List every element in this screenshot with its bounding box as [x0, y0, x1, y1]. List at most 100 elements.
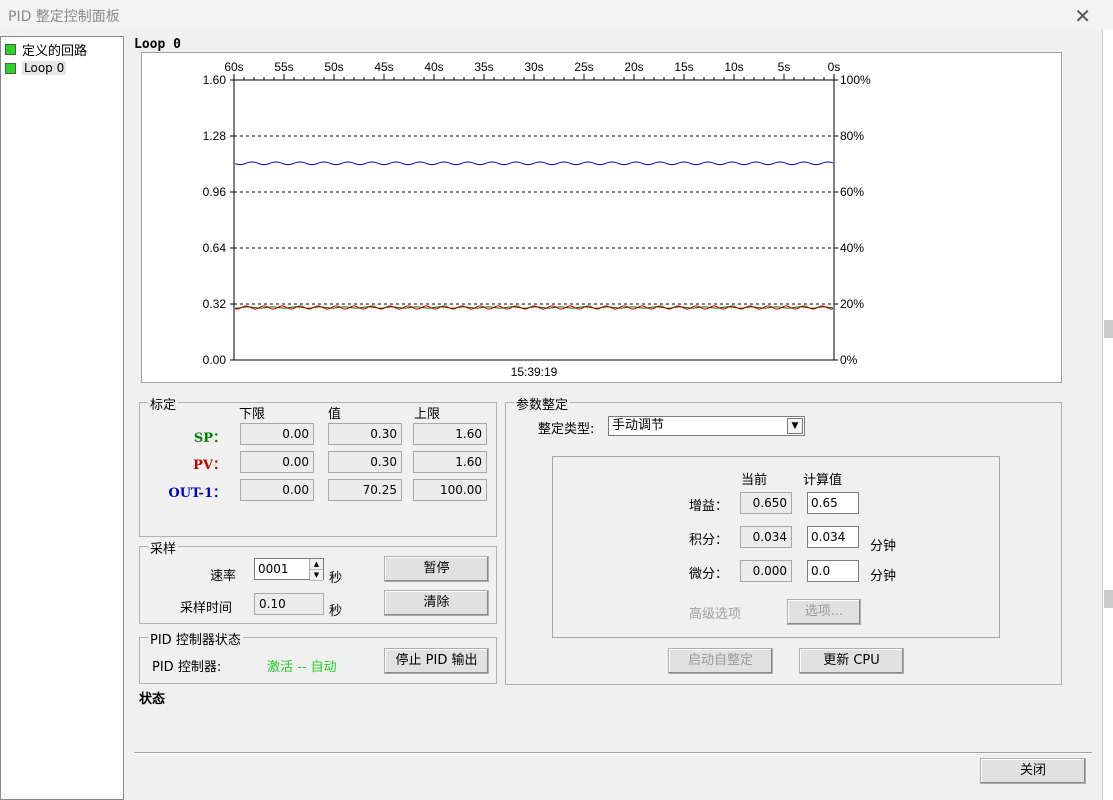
sp-label: SP：	[193, 431, 226, 446]
spin-down-icon[interactable]: ▼	[310, 570, 323, 581]
rate-input-value: 0001	[258, 562, 289, 576]
tree-item-defined-loops[interactable]: 定义的回路	[5, 40, 88, 59]
y-tick-label: 0.32	[203, 297, 227, 311]
stop-pid-output-button[interactable]: 停止 PID 输出	[384, 648, 489, 674]
sp-value: 0.30	[328, 423, 402, 445]
x-tick-label: 25s	[574, 60, 593, 74]
window-title: PID 整定控制面板	[8, 9, 120, 25]
integral-calc-input[interactable]: 0.034	[807, 526, 859, 548]
sample-time-value: 0.10	[254, 593, 324, 615]
gain-current: 0.650	[740, 492, 792, 514]
out-value: 70.25	[328, 479, 402, 501]
x-tick-label: 20s	[624, 60, 643, 74]
tree-item-loop-0[interactable]: Loop 0	[5, 59, 67, 77]
trend-chart: 1.60 100% 1.28 80% 0.96 60% 0.64 40% 0.32 20% 0.00…	[141, 52, 1062, 383]
spin-up-icon[interactable]: ▲	[310, 559, 323, 570]
y-right-tick-label: 40%	[840, 241, 864, 255]
x-tick-label: 0s	[828, 60, 841, 74]
sample-time-label: 采样时间	[180, 601, 233, 616]
y-tick-label: 1.60	[203, 73, 227, 87]
close-icon[interactable]: ✕	[1074, 4, 1091, 28]
loop-icon	[5, 62, 16, 74]
x-tick-label: 30s	[524, 60, 543, 74]
title-bar: PID 整定控制面板 ✕	[0, 0, 1113, 30]
close-button[interactable]: 关闭	[980, 758, 1086, 784]
plot-area	[233, 79, 835, 361]
y-right-tick-label: 80%	[840, 129, 864, 143]
sampling-title: 采样	[148, 538, 179, 557]
rate-sec-label: 秒	[329, 571, 343, 586]
derivative-calc-input[interactable]: 0.0	[807, 560, 859, 582]
out-low: 0.00	[240, 479, 314, 501]
y-right-tick-label: 100%	[840, 73, 871, 87]
update-cpu-button[interactable]: 更新 CPU	[799, 648, 904, 674]
y-tick-label: 0.64	[203, 241, 227, 255]
header-current: 当前	[741, 473, 768, 488]
y-right-tick-label: 20%	[840, 297, 864, 311]
controller-title: PID 控制器状态	[148, 629, 243, 648]
rate-input[interactable]: 0001 ▲ ▼	[254, 558, 324, 581]
loop-title: Loop 0	[134, 37, 181, 52]
advanced-options-label: 高级选项	[689, 607, 742, 622]
tuning-type-value: 手动调节	[612, 418, 665, 433]
tree-item-label: Loop 0	[22, 61, 67, 75]
out-high: 100.00	[413, 479, 487, 501]
header-low: 下限	[239, 407, 266, 422]
sampling-group: 采样 速率 0001 ▲ ▼ 秒 采样时间 0.10 秒 暂停 清除	[139, 538, 497, 624]
footer-separator	[134, 752, 1092, 754]
status-label: 状态	[139, 692, 166, 707]
out-label: OUT-1：	[168, 486, 226, 501]
x-tick-label: 40s	[424, 60, 443, 74]
tuning-params-panel: 当前 计算值 增益： 0.650 0.65 积分： 0.034 0.034 分钟…	[552, 456, 1000, 638]
y-tick-label: 0.00	[203, 353, 227, 367]
gain-calc-input[interactable]: 0.65	[807, 492, 859, 514]
sp-low: 0.00	[240, 423, 314, 445]
calibration-title: 标定	[148, 394, 179, 413]
pv-label: PV：	[193, 458, 226, 473]
sample-time-sec-label: 秒	[329, 604, 343, 619]
controller-status-group: PID 控制器状态 PID 控制器: 激活 -- 自动 停止 PID 输出	[139, 629, 497, 684]
dropdown-arrow-icon[interactable]: ▼	[787, 418, 803, 434]
derivative-current: 0.000	[740, 560, 792, 582]
integral-unit: 分钟	[870, 539, 897, 554]
y-right-tick-label: 60%	[840, 185, 864, 199]
derivative-label: 微分：	[689, 567, 729, 582]
chart-svg: 1.60 100% 1.28 80% 0.96 60% 0.64 40% 0.32 20% 0.00…	[203, 60, 871, 379]
tuning-group: 参数整定 整定类型: 手动调节 ▼ 当前 计算值 增益： 0.650 0.65 …	[505, 394, 1062, 685]
chart-timestamp: 15:39:19	[511, 365, 558, 379]
tree-item-label: 定义的回路	[22, 43, 88, 59]
header-calc: 计算值	[803, 473, 843, 488]
pv-low: 0.00	[240, 451, 314, 473]
tuning-type-select[interactable]: 手动调节 ▼	[608, 416, 805, 436]
x-tick-label: 45s	[374, 60, 393, 74]
start-autotune-button[interactable]: 启动自整定	[668, 648, 773, 674]
pv-high: 1.60	[413, 451, 487, 473]
calibration-group: 标定 下限 值 上限 SP： 0.00 0.30 1.60 PV： 0.00 0…	[139, 394, 497, 537]
options-button[interactable]: 选项...	[787, 599, 861, 625]
sp-high: 1.60	[413, 423, 487, 445]
tuning-type-label: 整定类型:	[538, 422, 595, 437]
integral-label: 积分：	[689, 533, 729, 548]
y-tick-label: 1.28	[203, 129, 227, 143]
x-tick-label: 5s	[778, 60, 791, 74]
pause-button[interactable]: 暂停	[384, 556, 489, 582]
rate-label: 速率	[210, 569, 237, 584]
pv-value: 0.30	[328, 451, 402, 473]
y-right-tick-label: 0%	[840, 353, 858, 367]
rate-spinner[interactable]: ▲ ▼	[309, 559, 323, 581]
integral-current: 0.034	[740, 526, 792, 548]
controller-status: 激活 -- 自动	[267, 660, 337, 675]
x-tick-label: 60s	[224, 60, 243, 74]
loop-folder-icon	[5, 43, 16, 55]
x-tick-label: 55s	[274, 60, 293, 74]
controller-label: PID 控制器:	[152, 660, 222, 675]
x-tick-label: 35s	[474, 60, 493, 74]
gain-label: 增益：	[689, 499, 729, 514]
y-tick-label: 0.96	[203, 185, 227, 199]
x-tick-label: 15s	[674, 60, 693, 74]
derivative-unit: 分钟	[870, 569, 897, 584]
right-scroll-strip	[1102, 30, 1113, 800]
clear-button[interactable]: 清除	[384, 590, 489, 616]
header-high: 上限	[414, 407, 441, 422]
header-value: 值	[328, 407, 342, 422]
